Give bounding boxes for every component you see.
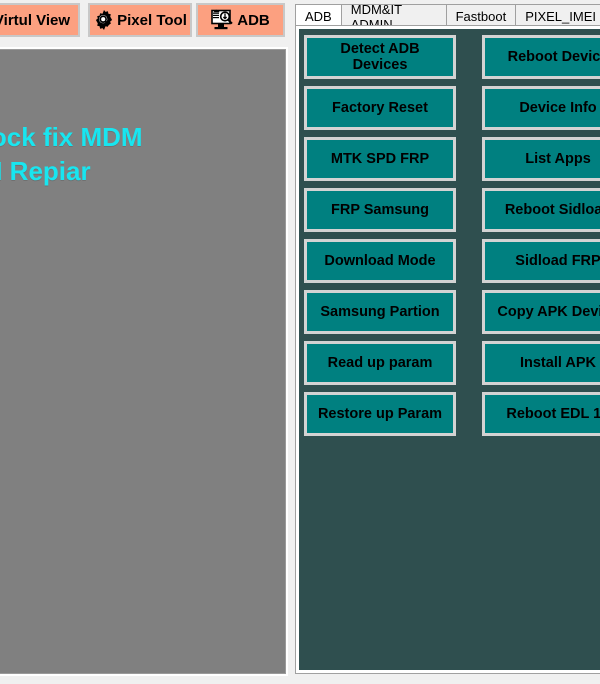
promo-line-2: IMEI Repiar bbox=[0, 156, 91, 187]
restore-up-param-button[interactable]: Restore up Param bbox=[304, 392, 456, 436]
virtual-view-button[interactable]: Virtul View bbox=[0, 3, 80, 37]
virtual-view-label: Virtul View bbox=[0, 11, 71, 29]
copy-apk-device-button[interactable]: Copy APK Device bbox=[482, 290, 600, 334]
tab-fastboot-label: Fastboot bbox=[455, 9, 507, 24]
detect-adb-devices-button[interactable]: Detect ADB Devices bbox=[304, 35, 456, 79]
monitor-magnifier-icon bbox=[211, 9, 235, 31]
promo-text: Unlock fix MDM IMEI Repiar bbox=[0, 120, 143, 189]
pixel-tool-label: Pixel Tool bbox=[117, 11, 187, 29]
preview-panel: Unlock fix MDM IMEI Repiar bbox=[0, 49, 286, 674]
factory-reset-button[interactable]: Factory Reset bbox=[304, 86, 456, 130]
adb-label: ADB bbox=[237, 11, 270, 29]
tab-fastboot[interactable]: Fastboot bbox=[445, 4, 517, 26]
tab-adb[interactable]: ADB bbox=[295, 4, 342, 26]
download-mode-button[interactable]: Download Mode bbox=[304, 239, 456, 283]
tab-content-panel: Detect ADB Devices Factory Reset MTK SPD… bbox=[295, 25, 600, 674]
tab-adb-label: ADB bbox=[305, 9, 332, 24]
top-toolbar: Virtul View Pixel Tool ADB bbox=[0, 0, 285, 43]
frp-samsung-button[interactable]: FRP Samsung bbox=[304, 188, 456, 232]
tab-pixel-imei[interactable]: PIXEL_IMEI bbox=[515, 4, 600, 26]
adb-right-button-column: Reboot Device Device Info List Apps Rebo… bbox=[482, 35, 600, 443]
adb-left-button-column: Detect ADB Devices Factory Reset MTK SPD… bbox=[304, 35, 456, 443]
read-up-param-button[interactable]: Read up param bbox=[304, 341, 456, 385]
tab-bar: ADB MDM&IT ADMIN Fastboot PIXEL_IMEI bbox=[295, 2, 600, 32]
sidload-frp-button[interactable]: Sidload FRP bbox=[482, 239, 600, 283]
tab-mdm-it-admin[interactable]: MDM&IT ADMIN bbox=[340, 2, 447, 32]
promo-line-1: Unlock fix MDM bbox=[0, 122, 143, 152]
reboot-device-button[interactable]: Reboot Device bbox=[482, 35, 600, 79]
reboot-edl-button[interactable]: Reboot EDL 1+ bbox=[482, 392, 600, 436]
install-apk-button[interactable]: Install APK bbox=[482, 341, 600, 385]
adb-pane: Detect ADB Devices Factory Reset MTK SPD… bbox=[299, 29, 600, 670]
pixel-tool-button[interactable]: Pixel Tool bbox=[88, 3, 192, 37]
gear-magnifier-icon bbox=[93, 9, 115, 31]
adb-button[interactable]: ADB bbox=[196, 3, 285, 37]
list-apps-button[interactable]: List Apps bbox=[482, 137, 600, 181]
samsung-partion-button[interactable]: Samsung Partion bbox=[304, 290, 456, 334]
reboot-sidload-button[interactable]: Reboot Sidload bbox=[482, 188, 600, 232]
mtk-spd-frp-button[interactable]: MTK SPD FRP bbox=[304, 137, 456, 181]
device-info-button[interactable]: Device Info bbox=[482, 86, 600, 130]
tab-pixel-imei-label: PIXEL_IMEI bbox=[525, 9, 596, 24]
